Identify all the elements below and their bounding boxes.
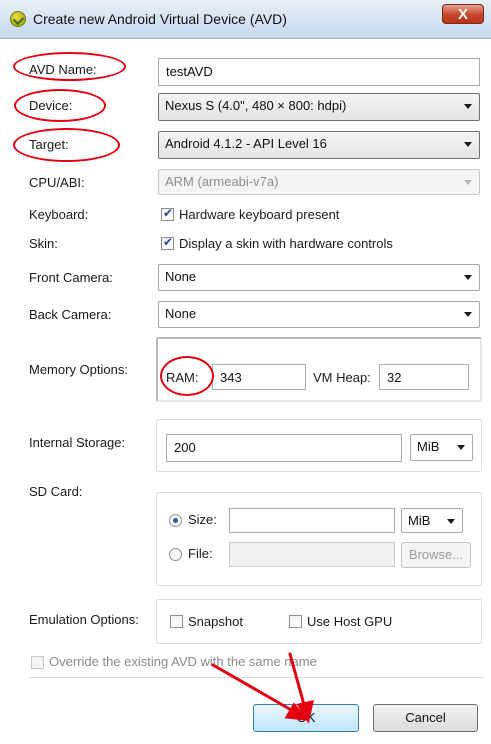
annotation-arrows — [211, 652, 314, 724]
annotation-arrow-line — [211, 663, 302, 717]
